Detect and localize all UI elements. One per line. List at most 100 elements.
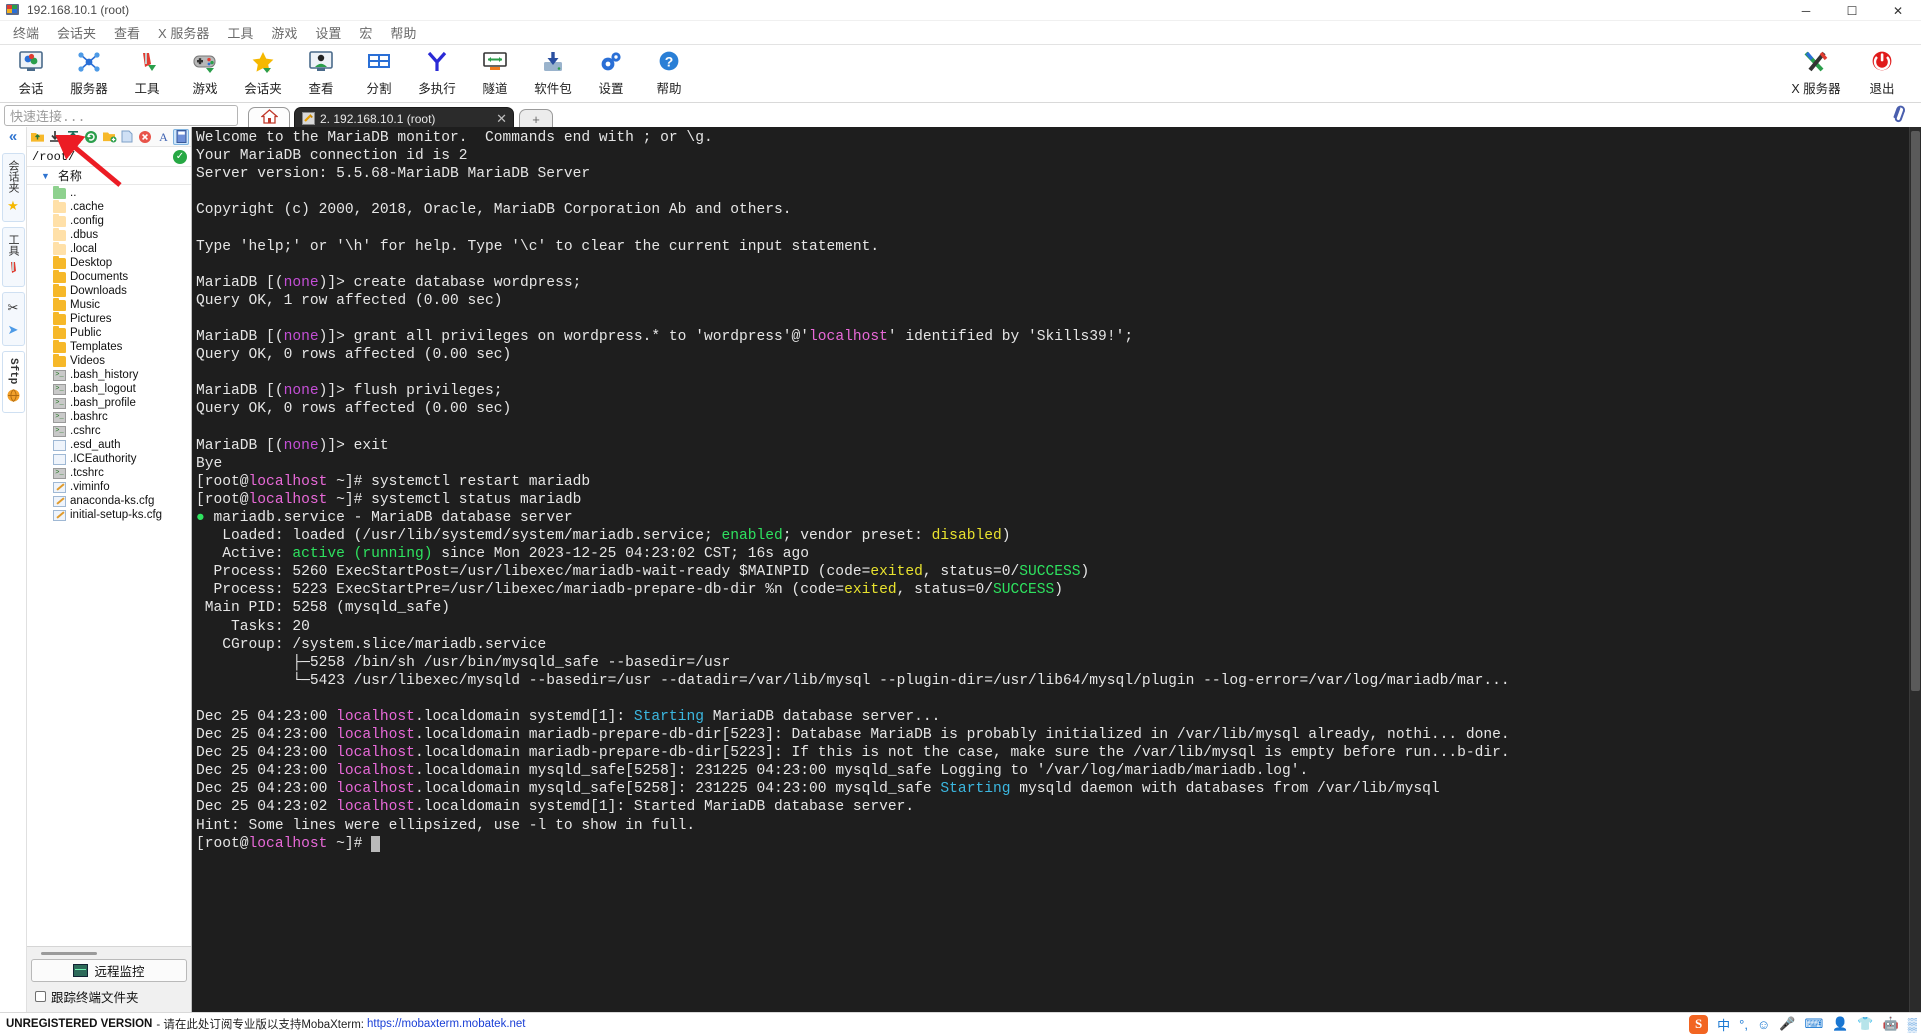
file-row[interactable]: .dbus: [27, 227, 191, 242]
maximize-button[interactable]: ☐: [1829, 0, 1875, 21]
file-row[interactable]: .local: [27, 241, 191, 256]
menu-games[interactable]: 游戏: [262, 21, 306, 44]
file-row[interactable]: anaconda-ks.cfg: [27, 494, 191, 508]
mobaxterm-link[interactable]: https://mobaxterm.mobatek.net: [367, 1018, 526, 1030]
rail-sessions[interactable]: 会话夹 ★: [1, 153, 25, 222]
file-name: .cshrc: [70, 425, 101, 437]
file-row[interactable]: ..: [27, 185, 191, 200]
ime-voice-icon[interactable]: 🎤: [1779, 1016, 1795, 1032]
ime-robot-icon[interactable]: 🤖: [1883, 1016, 1899, 1032]
ime-apps-icon[interactable]: ▒: [1908, 1017, 1917, 1032]
menu-settings[interactable]: 设置: [306, 21, 350, 44]
sftp-column-header[interactable]: ▼ 名称: [27, 167, 191, 185]
minimize-button[interactable]: ─: [1783, 0, 1829, 21]
follow-terminal-checkbox[interactable]: [35, 991, 46, 1002]
sftp-file-list[interactable]: .. .cache .config .dbus .local Desktop Documen…: [27, 185, 191, 946]
menu-terminal[interactable]: 终端: [4, 21, 48, 44]
file-row[interactable]: .cache: [27, 199, 191, 214]
shell-file-icon: >_: [53, 467, 66, 479]
toolbar-split[interactable]: 分割: [350, 45, 408, 101]
file-row[interactable]: Desktop: [27, 255, 191, 270]
text-mode-button[interactable]: A: [155, 129, 171, 145]
view-mode-button[interactable]: [173, 128, 189, 145]
collapse-sidebar-button[interactable]: «: [9, 129, 17, 145]
file-row[interactable]: Public: [27, 325, 191, 340]
rail-macros[interactable]: ✂ ➤: [1, 292, 25, 346]
file-row[interactable]: Pictures: [27, 311, 191, 326]
ime-keyboard-icon[interactable]: ⌨: [1804, 1016, 1823, 1032]
sftp-path-input[interactable]: /root/: [29, 150, 173, 164]
terminal-scrollbar[interactable]: [1909, 127, 1921, 1012]
follow-terminal-folder-row[interactable]: 跟踪终端文件夹: [31, 982, 187, 1008]
toolbar-packages[interactable]: 软件包: [524, 45, 582, 101]
new-tab-button[interactable]: +: [519, 109, 553, 129]
parent-dir-button[interactable]: [29, 129, 45, 145]
ime-account-icon[interactable]: 👤: [1832, 1016, 1848, 1032]
menu-help[interactable]: 帮助: [381, 21, 425, 44]
file-row[interactable]: initial-setup-ks.cfg: [27, 508, 191, 522]
file-row[interactable]: >_ .bash_profile: [27, 396, 191, 410]
terminal-line: MariaDB [(none)]> exit: [196, 437, 389, 454]
file-name: .cache: [70, 201, 104, 213]
menu-xserver[interactable]: X 服务器: [149, 21, 218, 44]
file-row[interactable]: .ICEauthority: [27, 452, 191, 466]
toolbar-exit[interactable]: 退出: [1849, 45, 1915, 101]
download-button[interactable]: [47, 129, 63, 145]
remote-monitoring-button[interactable]: 远程监控: [31, 959, 187, 982]
file-row[interactable]: >_ .cshrc: [27, 424, 191, 438]
new-folder-button[interactable]: [101, 129, 117, 145]
file-row[interactable]: >_ .bash_logout: [27, 382, 191, 396]
ime-chinese-icon[interactable]: 中: [1717, 1015, 1730, 1034]
terminal-output[interactable]: Welcome to the MariaDB monitor. Commands…: [192, 127, 1909, 1012]
new-file-button[interactable]: [119, 129, 135, 145]
quick-connect-input[interactable]: 快速连接...: [4, 104, 238, 126]
rail-sftp[interactable]: Sftp: [1, 351, 25, 414]
delete-button[interactable]: [137, 129, 153, 145]
file-row[interactable]: Downloads: [27, 283, 191, 298]
file-row[interactable]: Videos: [27, 353, 191, 368]
panel-resize-grip[interactable]: [41, 952, 97, 955]
toolbar-settings[interactable]: 设置: [582, 45, 640, 101]
menu-view[interactable]: 查看: [105, 21, 149, 44]
file-row[interactable]: Templates: [27, 339, 191, 354]
toolbar-view[interactable]: 查看: [292, 45, 350, 101]
file-row[interactable]: .config: [27, 213, 191, 228]
home-tab[interactable]: [248, 107, 290, 129]
document-file-icon: [53, 439, 66, 451]
refresh-button[interactable]: [83, 129, 99, 145]
terminal-line: Dec 25 04:23:00 localhost.localdomain sy…: [196, 709, 941, 725]
ime-skin-icon[interactable]: 👕: [1857, 1016, 1873, 1032]
toolbar-xserver[interactable]: X 服务器: [1783, 45, 1849, 101]
upload-button[interactable]: [65, 129, 81, 145]
toolbar-games[interactable]: 游戏: [176, 45, 234, 101]
file-row[interactable]: .esd_auth: [27, 438, 191, 452]
toolbar-tools[interactable]: 工具: [118, 45, 176, 101]
sogou-ime-icon[interactable]: S: [1689, 1014, 1709, 1034]
gear-icon: [594, 47, 628, 77]
file-row[interactable]: >_ .tcshrc: [27, 466, 191, 480]
file-row[interactable]: >_ .bashrc: [27, 410, 191, 424]
toolbar-session[interactable]: 会话: [2, 45, 60, 101]
toolbar-help[interactable]: ? 帮助: [640, 45, 698, 101]
file-row[interactable]: >_ .bash_history: [27, 368, 191, 382]
toolbar-tunneling[interactable]: 隧道: [466, 45, 524, 101]
toolbar-sessions-folder[interactable]: 会话夹: [234, 45, 292, 101]
close-icon[interactable]: ✕: [496, 111, 507, 127]
rail-tools-label: 工具: [7, 234, 19, 256]
close-button[interactable]: ✕: [1875, 0, 1921, 21]
toolbar-multiexec[interactable]: 多执行: [408, 45, 466, 101]
session-tab[interactable]: 2. 192.168.10.1 (root) ✕: [294, 107, 514, 129]
file-row[interactable]: .viminfo: [27, 480, 191, 494]
menu-macros[interactable]: 宏: [350, 21, 381, 44]
terminal-panel[interactable]: Welcome to the MariaDB monitor. Commands…: [192, 127, 1921, 1012]
file-row[interactable]: Music: [27, 297, 191, 312]
ime-emoji-icon[interactable]: ☺: [1757, 1017, 1770, 1032]
folder-icon: [53, 227, 66, 241]
file-row[interactable]: Documents: [27, 269, 191, 284]
toolbar-servers[interactable]: 服务器: [60, 45, 118, 101]
scrollbar-thumb[interactable]: [1911, 131, 1920, 691]
rail-tools[interactable]: 工具: [1, 227, 25, 287]
ime-punctuation-icon[interactable]: °,: [1739, 1017, 1748, 1032]
menu-sessions[interactable]: 会话夹: [48, 21, 105, 44]
menu-tools[interactable]: 工具: [218, 21, 262, 44]
